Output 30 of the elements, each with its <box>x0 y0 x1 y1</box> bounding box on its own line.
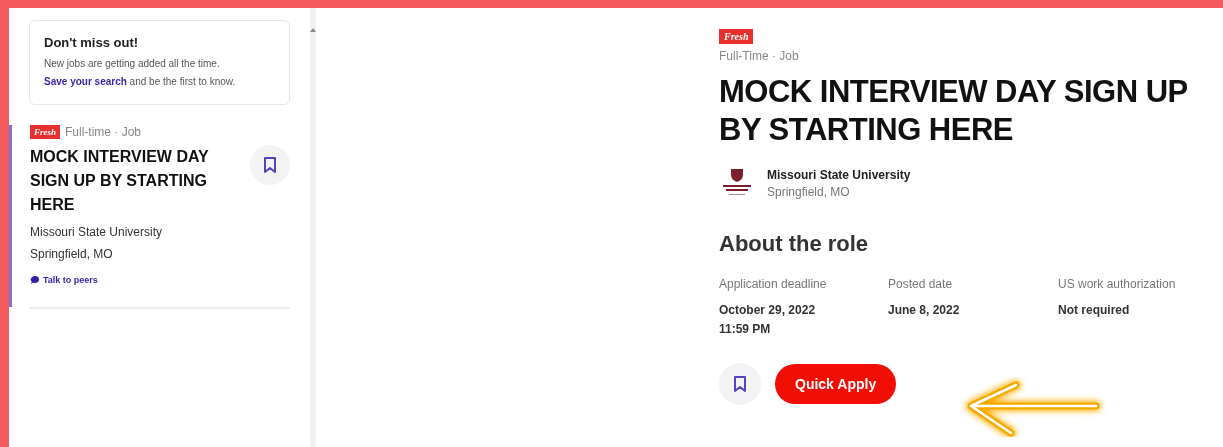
promo-text: New jobs are getting added all the time. <box>44 58 221 69</box>
job-type: Full-Time · Job <box>719 49 800 63</box>
fact-label: US work authorization <box>1058 277 1177 291</box>
job-location: Springfield, MO <box>767 184 851 199</box>
chat-bubble-icon <box>30 275 40 285</box>
promo-text: Save your search and be the first to know. <box>44 76 237 87</box>
employer-name: Missouri State University <box>30 225 164 239</box>
fresh-badge: Fresh <box>30 125 60 139</box>
fact-label: Application deadline <box>719 277 828 291</box>
fact-label: Posted date <box>888 277 954 291</box>
fact-value: June 8, 2022 <box>888 302 961 319</box>
bookmark-icon <box>733 375 747 393</box>
job-title: MOCK INTERVIEW DAY SIGN UP BY STARTING HERE <box>719 73 1189 149</box>
job-location: Springfield, MO <box>30 247 114 261</box>
job-title: MOCK INTERVIEW DAY SIGN UP BY STARTING HERE <box>30 147 210 215</box>
section-heading: About the role <box>719 231 870 257</box>
job-type: Full-time · Job <box>65 125 142 139</box>
scrollbar[interactable] <box>310 8 316 447</box>
scroll-up-icon[interactable] <box>310 28 316 32</box>
employer-name: Missouri State University <box>767 167 911 182</box>
fact-value: October 29, 2022 11:59 PM <box>719 302 817 338</box>
talk-to-peers-link[interactable]: Talk to peers <box>30 275 98 285</box>
fact-value: Not required <box>1058 302 1131 319</box>
bookmark-button[interactable] <box>719 363 761 405</box>
fresh-badge: Fresh <box>719 29 754 44</box>
promo-title: Don't miss out! <box>44 35 140 50</box>
bookmark-icon <box>263 156 277 174</box>
quick-apply-button[interactable]: Quick Apply <box>775 364 897 404</box>
save-search-link[interactable]: Save your search <box>44 76 127 87</box>
bookmark-button[interactable] <box>250 145 290 185</box>
